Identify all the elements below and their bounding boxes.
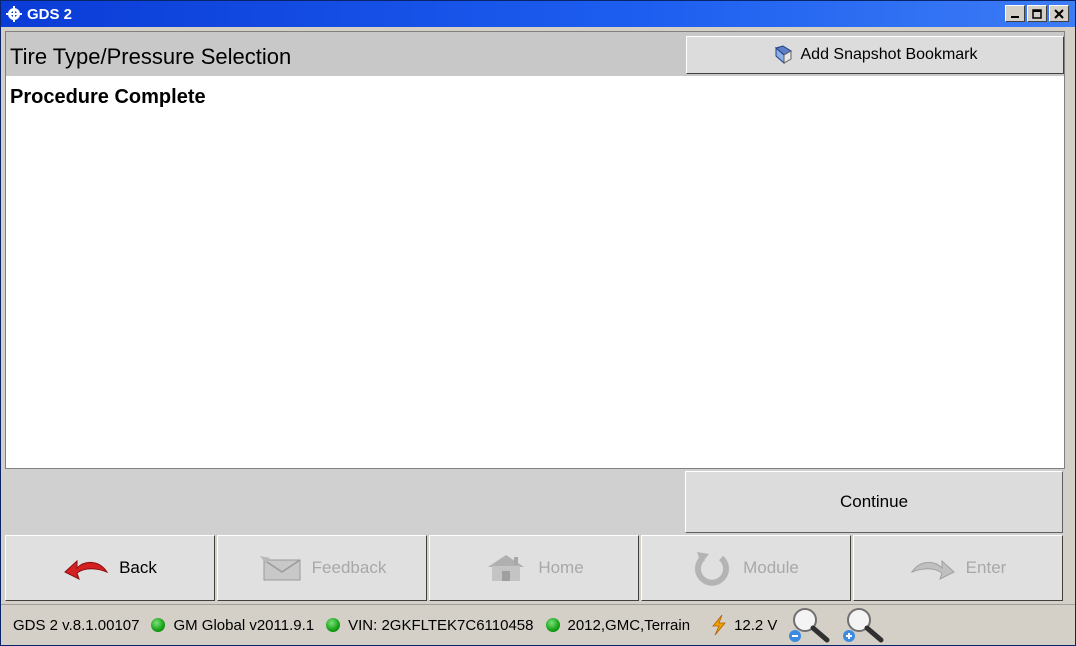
continue-button[interactable]: Continue xyxy=(685,471,1063,533)
vehicle-status: 2012,GMC,Terrain xyxy=(545,616,691,634)
zoom-in-button[interactable] xyxy=(843,606,885,644)
enter-label: Enter xyxy=(965,558,1007,577)
status-led-icon xyxy=(151,618,166,632)
gds2-window: GDS 2 Tire Type/Pressure Selection Add S… xyxy=(0,0,1076,646)
page-header: Tire Type/Pressure Selection Add Snapsho… xyxy=(6,32,1064,76)
add-snapshot-bookmark-button[interactable]: Add Snapshot Bookmark xyxy=(686,36,1064,74)
home-icon xyxy=(488,555,525,581)
close-icon[interactable] xyxy=(1049,5,1069,22)
status-led-icon xyxy=(545,618,560,632)
lightning-icon xyxy=(712,614,726,636)
home-label: Home xyxy=(538,558,584,577)
voltage-text: 12.2 V xyxy=(734,616,778,634)
status-bar: GDS 2 v.8.1.00107 GM Global v2011.9.1 VI… xyxy=(1,604,1075,645)
feedback-button[interactable]: Feedback xyxy=(217,535,427,601)
gds-app-icon xyxy=(5,5,23,23)
zoom-out-button[interactable] xyxy=(789,606,831,644)
gm-global-status: GM Global v2011.9.1 xyxy=(151,617,314,634)
back-label: Back xyxy=(119,558,157,577)
enter-arrow-icon xyxy=(910,559,955,580)
maximize-icon[interactable] xyxy=(1027,5,1047,22)
zoom-out-icon xyxy=(789,608,830,643)
title-bar[interactable]: GDS 2 xyxy=(1,1,1075,27)
window-title: GDS 2 xyxy=(27,5,73,23)
page-title: Tire Type/Pressure Selection xyxy=(10,44,292,69)
status-led-icon xyxy=(326,618,341,632)
procedure-message: Procedure Complete xyxy=(10,86,206,108)
back-arrow-icon xyxy=(64,559,109,580)
home-button[interactable]: Home xyxy=(429,535,639,601)
feedback-envelope-icon xyxy=(259,556,301,581)
gm-global-text: GM Global v2011.9.1 xyxy=(173,616,315,634)
module-button[interactable]: Module xyxy=(641,535,851,601)
action-row: Continue xyxy=(5,469,1065,535)
vin-status: VIN: 2GKFLTEK7C6110458 xyxy=(326,616,534,634)
navigation-bar: Back Feedback Home Module Enter xyxy=(5,535,1065,603)
minimize-icon[interactable] xyxy=(1005,5,1025,22)
module-label: Module xyxy=(743,558,799,577)
back-button[interactable]: Back xyxy=(5,535,215,601)
version-text: GDS 2 v.8.1.00107 xyxy=(13,616,140,634)
bookmark-label: Add Snapshot Bookmark xyxy=(800,46,978,63)
content-panel: Tire Type/Pressure Selection Add Snapsho… xyxy=(5,31,1065,469)
vehicle-text: 2012,GMC,Terrain xyxy=(567,616,691,634)
module-refresh-icon xyxy=(695,552,730,586)
voltage-status: 12.2 V xyxy=(710,614,777,636)
window-controls xyxy=(1005,5,1069,22)
zoom-in-icon xyxy=(843,608,884,643)
enter-button[interactable]: Enter xyxy=(853,535,1063,601)
feedback-label: Feedback xyxy=(311,558,387,577)
vin-text: VIN: 2GKFLTEK7C6110458 xyxy=(348,616,534,634)
bookmark-icon xyxy=(774,45,792,65)
